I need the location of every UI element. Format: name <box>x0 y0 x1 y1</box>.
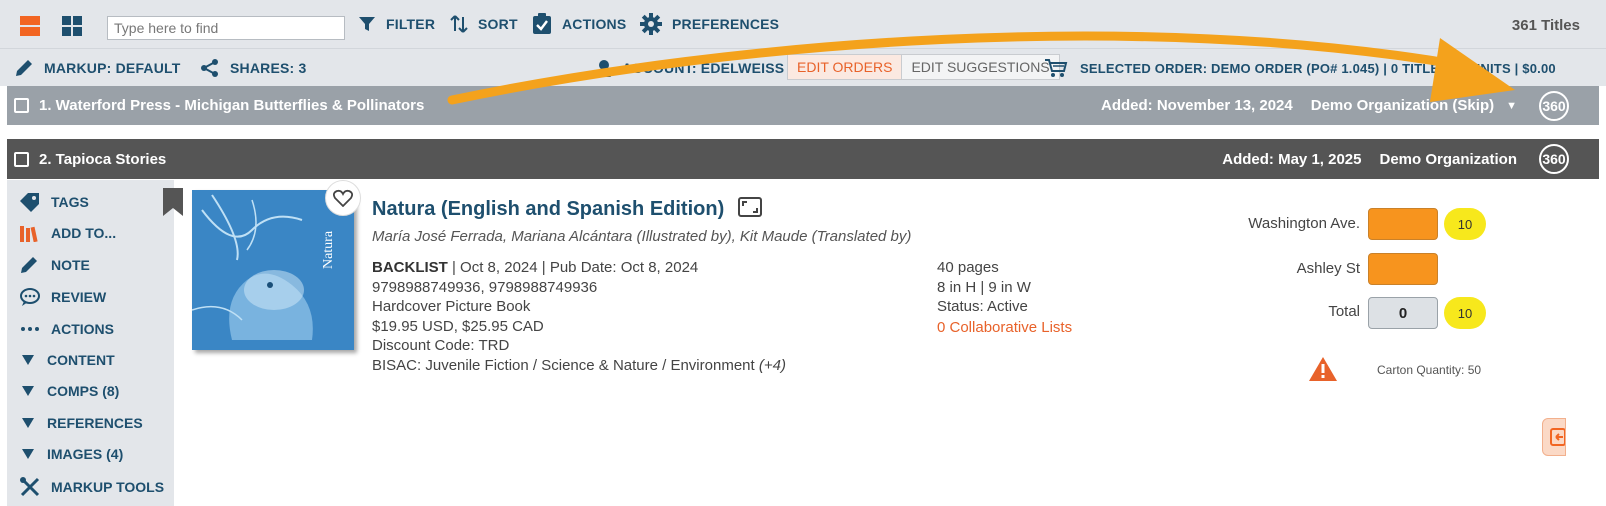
annotation-arrow-icon <box>447 31 1515 105</box>
price-line: $19.95 USD, $25.95 CAD <box>372 317 544 335</box>
title-sidebar: TAGS ADD TO... NOTE REVIEW ACTIONS CONTE… <box>7 180 183 506</box>
book-title-link[interactable]: Natura (English and Spanish Edition) <box>372 197 762 221</box>
publication-line: BACKLIST | Oct 8, 2024 | Pub Date: Oct 8… <box>372 258 932 278</box>
sidebar-item-markup-tools[interactable]: MARKUP TOOLS <box>19 476 164 498</box>
shares-label: SHARES: 3 <box>230 60 307 76</box>
markup-label: MARKUP: DEFAULT <box>44 60 181 76</box>
sidebar-item-label: ADD TO... <box>51 225 117 241</box>
pencil-icon <box>16 60 32 76</box>
total-badge: 10 <box>1444 297 1486 329</box>
carton-quantity: Carton Quantity: 50 <box>1377 363 1482 377</box>
filter-label: FILTER <box>386 16 436 32</box>
book-specs: 40 pages 8 in H | 9 in W Status: Active … <box>937 258 1177 337</box>
group-2-checkbox[interactable] <box>14 151 29 167</box>
tools-icon <box>20 477 40 497</box>
sidebar-item-actions[interactable]: ACTIONS <box>19 319 114 339</box>
book-cover-image[interactable]: Natura <box>192 190 354 350</box>
speech-bubble-icon <box>20 288 40 306</box>
sidebar-item-label: MARKUP TOOLS <box>51 479 165 495</box>
sidebar-item-review[interactable]: REVIEW <box>19 287 106 307</box>
caret-down-icon <box>22 418 34 428</box>
list-view-icon[interactable] <box>20 16 40 36</box>
quantity-badge-washington: 10 <box>1444 208 1486 240</box>
caret-down-icon <box>22 386 34 396</box>
sidebar-item-content[interactable]: CONTENT <box>19 352 115 368</box>
sidebar-item-label: COMPS (8) <box>47 383 120 399</box>
filter-button[interactable]: FILTER <box>358 12 435 36</box>
share-icon <box>201 59 218 77</box>
warning-icon[interactable] <box>1308 356 1338 387</box>
filter-icon <box>359 17 375 31</box>
caret-down-icon <box>22 355 34 365</box>
book-title-text: Natura (English and Spanish Edition) <box>372 198 725 220</box>
sidebar-item-references[interactable]: REFERENCES <box>19 415 143 431</box>
bisac-line: BISAC: Juvenile Fiction / Science & Natu… <box>372 356 932 376</box>
pencil-icon <box>21 257 37 273</box>
cover-title-text: Natura <box>321 230 336 269</box>
sidebar-item-tags[interactable]: TAGS <box>19 192 89 212</box>
sidebar-item-label: CONTENT <box>47 352 115 368</box>
sidebar-item-label: NOTE <box>51 257 90 273</box>
sidebar-item-label: ACTIONS <box>51 321 114 337</box>
quantity-input-washington[interactable] <box>1368 208 1438 240</box>
book-details: BACKLIST | Oct 8, 2024 | Pub Date: Oct 8… <box>372 258 932 375</box>
contributors-line: María José Ferrada, Mariana Alcántara (I… <box>372 228 912 245</box>
sidebar-item-label: REVIEW <box>51 289 107 305</box>
group-row-2: 2. Tapioca Stories Added: May 1, 2025 De… <box>7 139 1599 179</box>
sidebar-item-add-to[interactable]: ADD TO... <box>19 224 116 242</box>
group-2-added-date: Added: May 1, 2025 <box>1222 150 1362 168</box>
quantity-input-ashley[interactable] <box>1368 253 1438 285</box>
bookmark-icon[interactable] <box>162 188 184 221</box>
side-panel-tab[interactable] <box>1542 418 1566 456</box>
isbn-line: 9798988749936, 9798988749936 <box>372 278 598 296</box>
sidebar-item-label: REFERENCES <box>47 415 143 431</box>
status-text: Status: Active <box>937 298 1028 315</box>
books-icon <box>20 226 38 242</box>
sidebar-item-label: IMAGES (4) <box>47 446 124 462</box>
sidebar-item-note[interactable]: NOTE <box>19 255 90 275</box>
group-2-360-icon[interactable]: 360 <box>1539 144 1569 174</box>
grid-view-icon[interactable] <box>62 16 82 36</box>
search-input[interactable] <box>107 16 345 40</box>
group-1-checkbox[interactable] <box>14 98 29 113</box>
favorite-heart-button[interactable] <box>325 180 361 216</box>
heart-icon <box>333 189 353 207</box>
page-count: 40 pages <box>937 259 999 276</box>
markup-button[interactable]: MARKUP: DEFAULT <box>14 56 181 80</box>
shares-button[interactable]: SHARES: 3 <box>200 56 306 80</box>
total-label: Total <box>1328 303 1360 320</box>
bisac-more-link[interactable]: (+4) <box>759 357 786 374</box>
tag-icon <box>20 193 39 212</box>
dimensions: 8 in H | 9 in W <box>937 278 1031 296</box>
group-1-title: 1. Waterford Press - Michigan Butterflie… <box>39 97 425 114</box>
discount-line: Discount Code: TRD <box>372 337 510 354</box>
group-2-organization: Demo Organization <box>1379 150 1517 168</box>
location-label-ashley: Ashley St <box>1296 260 1360 277</box>
location-label-washington: Washington Ave. <box>1248 215 1360 232</box>
group-2-title: 2. Tapioca Stories <box>39 150 167 168</box>
caret-down-icon <box>22 449 34 459</box>
collaborative-lists-link[interactable]: 0 Collaborative Lists <box>937 318 1177 338</box>
sidebar-item-images[interactable]: IMAGES (4) <box>19 446 123 462</box>
sidebar-item-comps[interactable]: COMPS (8) <box>19 383 119 399</box>
backlist-status: BACKLIST <box>372 259 448 276</box>
expand-icon[interactable] <box>737 197 762 217</box>
bisac-text: BISAC: Juvenile Fiction / Science & Natu… <box>372 356 755 374</box>
total-quantity: 0 <box>1368 297 1438 329</box>
publication-dates: | Oct 8, 2024 | Pub Date: Oct 8, 2024 <box>447 259 699 276</box>
ellipsis-icon <box>21 327 39 331</box>
sidebar-item-label: TAGS <box>51 194 89 210</box>
format-line: Hardcover Picture Book <box>372 298 531 315</box>
collapse-arrow-icon <box>1550 428 1566 446</box>
